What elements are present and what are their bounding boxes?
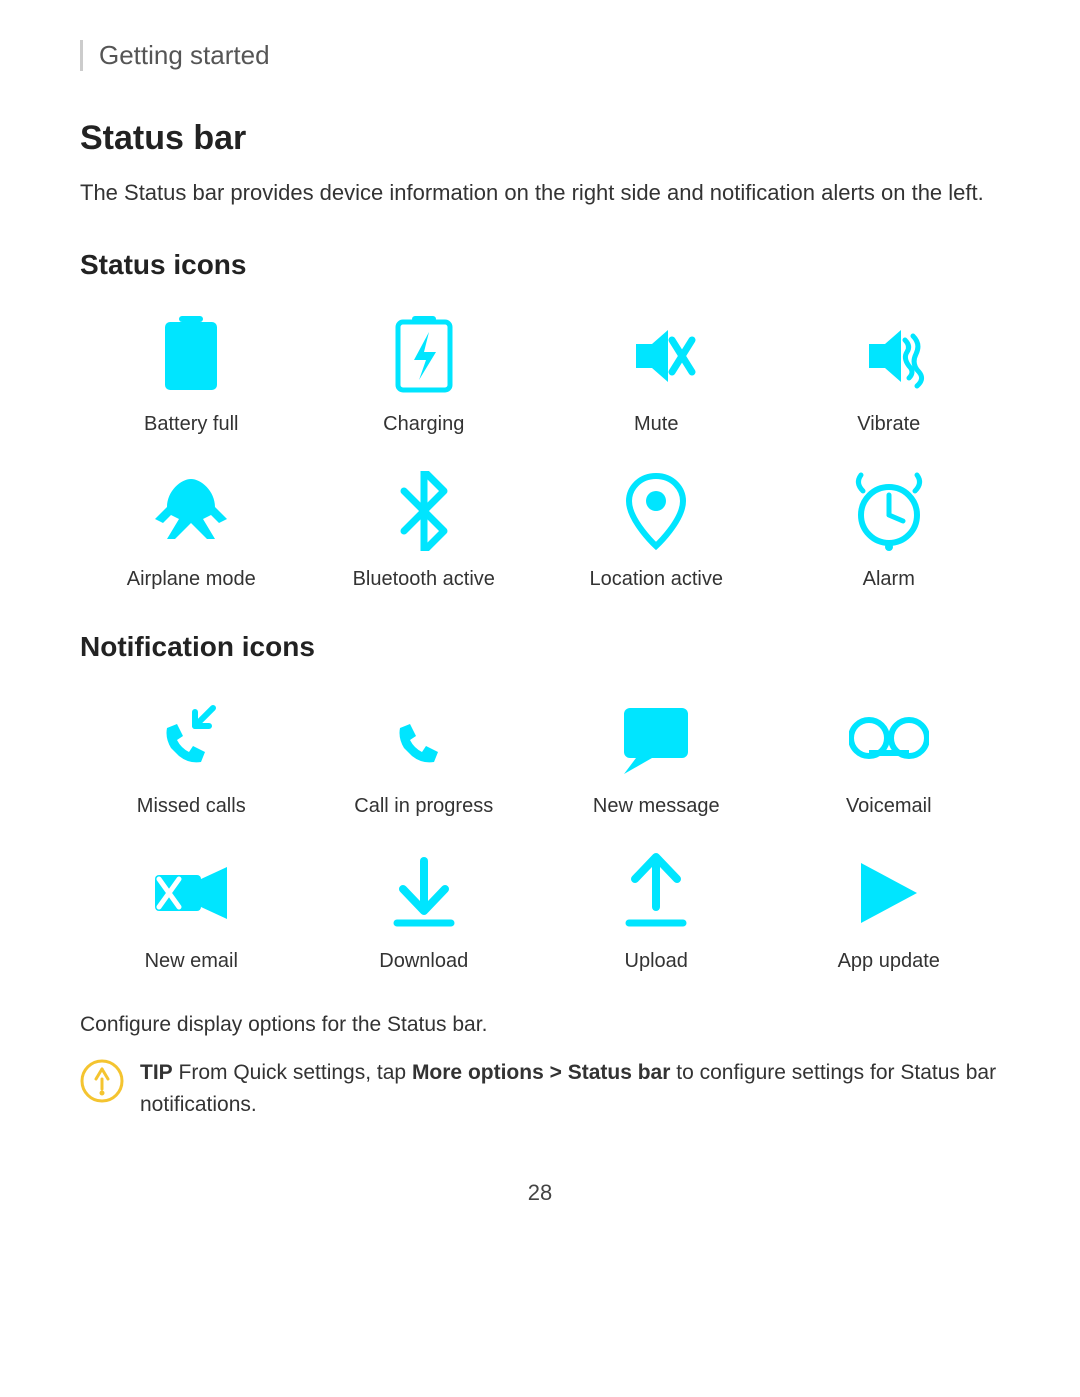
list-item: Upload: [545, 848, 768, 973]
list-item: New email: [80, 848, 303, 973]
section-description: The Status bar provides device informati…: [80, 176, 1000, 209]
alarm-label: Alarm: [863, 568, 915, 591]
list-item: Missed calls: [80, 693, 303, 818]
tip-bold: More options > Status bar: [412, 1061, 670, 1084]
voicemail-label: Voicemail: [846, 795, 932, 818]
bluetooth-icon: [379, 466, 469, 556]
list-item: Airplane mode: [80, 466, 303, 591]
battery-full-icon: [146, 311, 236, 401]
mute-icon: [611, 311, 701, 401]
configure-text: Configure display options for the Status…: [80, 1013, 1000, 1037]
breadcrumb: Getting started: [80, 40, 1000, 71]
notification-icons-grid: Missed calls Call in progress New messag…: [80, 693, 1000, 973]
list-item: Location active: [545, 466, 768, 591]
new-email-icon: [146, 848, 236, 938]
new-email-label: New email: [145, 950, 238, 973]
charging-label: Charging: [383, 413, 464, 436]
page-title: Status bar: [80, 119, 1000, 158]
location-icon: [611, 466, 701, 556]
tip-text: TIP From Quick settings, tap More option…: [140, 1057, 1000, 1120]
list-item: Call in progress: [313, 693, 536, 818]
call-in-progress-label: Call in progress: [354, 795, 493, 818]
list-item: Bluetooth active: [313, 466, 536, 591]
list-item: Download: [313, 848, 536, 973]
new-message-label: New message: [593, 795, 720, 818]
app-update-icon: [844, 848, 934, 938]
list-item: Mute: [545, 311, 768, 436]
airplane-label: Airplane mode: [127, 568, 256, 591]
page-number: 28: [80, 1180, 1000, 1206]
app-update-label: App update: [838, 950, 940, 973]
list-item: Alarm: [778, 466, 1001, 591]
tip-icon: [80, 1059, 124, 1103]
status-icons-heading: Status icons: [80, 249, 1000, 281]
tip-box: TIP From Quick settings, tap More option…: [80, 1057, 1000, 1120]
mute-label: Mute: [634, 413, 678, 436]
bluetooth-label: Bluetooth active: [353, 568, 495, 591]
download-label: Download: [379, 950, 468, 973]
list-item: Vibrate: [778, 311, 1001, 436]
call-in-progress-icon: [379, 693, 469, 783]
download-icon: [379, 848, 469, 938]
voicemail-icon: [844, 693, 934, 783]
vibrate-label: Vibrate: [857, 413, 920, 436]
alarm-icon: [844, 466, 934, 556]
list-item: Charging: [313, 311, 536, 436]
tip-content: From Quick settings, tap: [179, 1061, 412, 1084]
airplane-icon: [146, 466, 236, 556]
notification-icons-heading: Notification icons: [80, 631, 1000, 663]
status-icons-grid: Battery full Charging Mute: [80, 311, 1000, 591]
battery-full-label: Battery full: [144, 413, 238, 436]
list-item: Battery full: [80, 311, 303, 436]
vibrate-icon: [844, 311, 934, 401]
missed-calls-icon: [146, 693, 236, 783]
upload-icon: [611, 848, 701, 938]
upload-label: Upload: [625, 950, 688, 973]
missed-calls-label: Missed calls: [137, 795, 246, 818]
list-item: Voicemail: [778, 693, 1001, 818]
location-label: Location active: [590, 568, 723, 591]
new-message-icon: [611, 693, 701, 783]
tip-label: TIP: [140, 1061, 173, 1084]
list-item: App update: [778, 848, 1001, 973]
list-item: New message: [545, 693, 768, 818]
charging-icon: [379, 311, 469, 401]
